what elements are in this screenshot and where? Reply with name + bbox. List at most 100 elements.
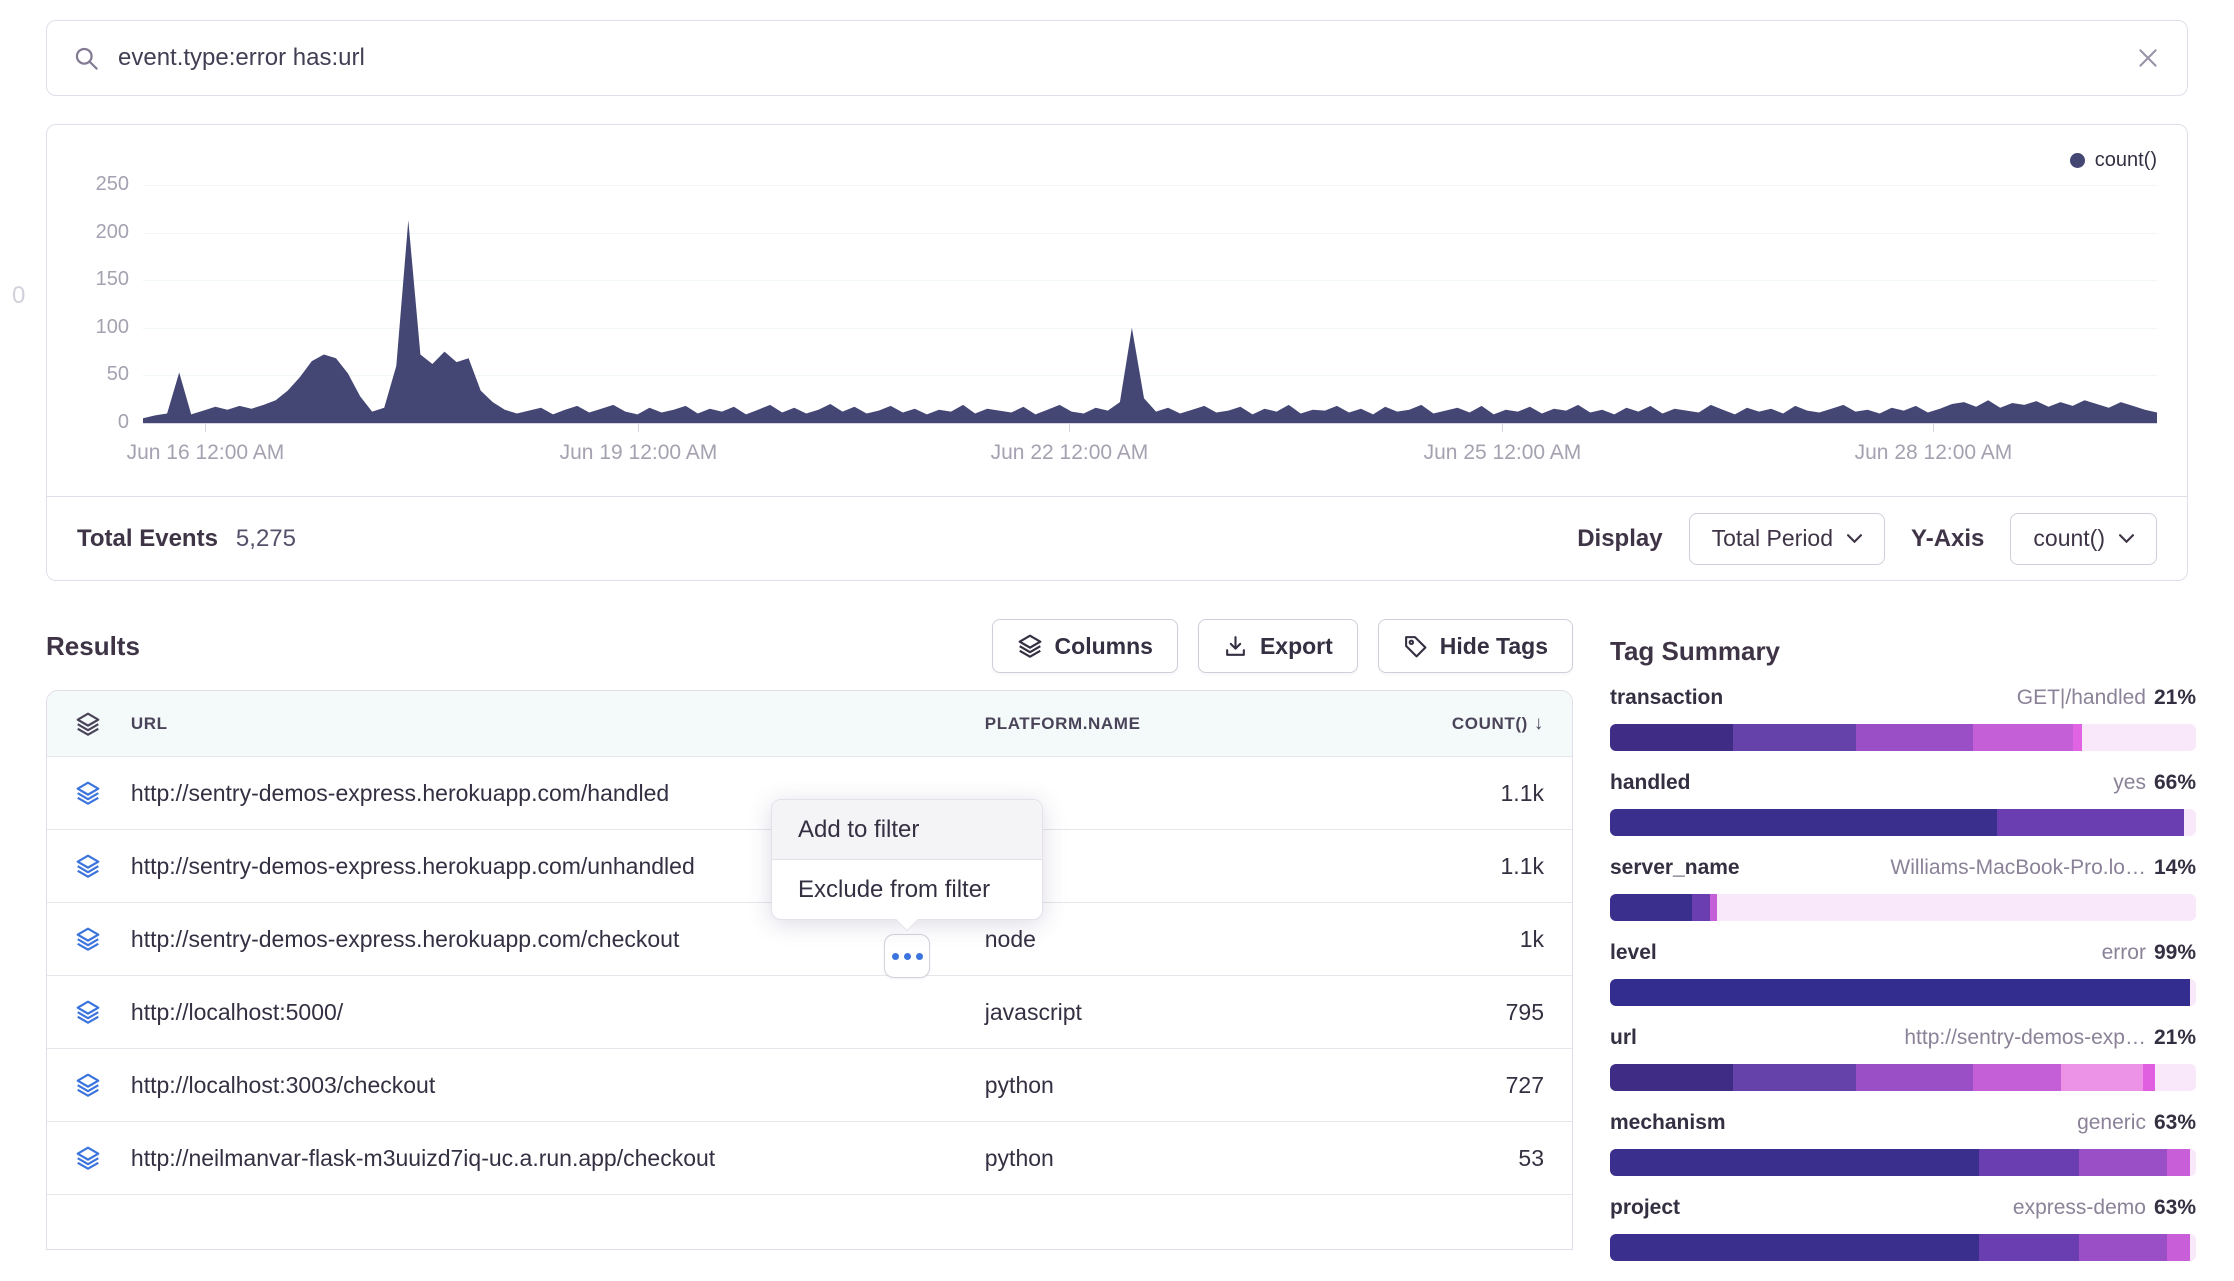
y-axis-tick-label: 200 [47, 221, 129, 244]
tag-label-row: server_name Williams-MacBook-Pro.lo… 14% [1610, 856, 2196, 886]
tag-bar-segment [2079, 1234, 2167, 1261]
tag-bar-segment [2190, 1234, 2196, 1261]
tag-bar-segment [1610, 1234, 1979, 1261]
chart-body: count() Jun 16 12:00 AMJun 19 12:00 AMJu… [47, 125, 2187, 496]
tag-top-percent: 99% [2154, 941, 2196, 965]
export-button[interactable]: Export [1198, 619, 1358, 673]
tag-bar-segment [1610, 979, 2190, 1006]
tag-bar-segment [1733, 1064, 1856, 1091]
tag-top-percent: 63% [2154, 1196, 2196, 1220]
tag-icon [1403, 634, 1428, 659]
cell-count: 53 [1314, 1145, 1544, 1172]
tag-bar-segment [1733, 724, 1856, 751]
tag-top-value[interactable]: express-demo [2013, 1196, 2146, 1220]
columns-button[interactable]: Columns [992, 619, 1178, 673]
total-events-label: Total Events [77, 525, 218, 553]
y-axis-tick-label: 250 [47, 173, 129, 196]
tag-bar-segment [2061, 1064, 2143, 1091]
cell-url[interactable]: http://localhost:3003/checkout [131, 1072, 985, 1099]
tag-distribution-bar[interactable] [1610, 1234, 2196, 1261]
cell-url[interactable]: http://neilmanvar-flask-m3uuizd7iq-uc.a.… [131, 1145, 985, 1172]
tag-distribution-bar[interactable] [1610, 894, 2196, 921]
chart-legend[interactable]: count() [2070, 149, 2157, 172]
layers-icon [1017, 633, 1043, 659]
column-header-platform[interactable]: PLATFORM.NAME [985, 714, 1315, 734]
y-axis-tick-label: 50 [47, 363, 129, 386]
tag-top-percent: 63% [2154, 1111, 2196, 1135]
tag-top-percent: 14% [2154, 856, 2196, 880]
hide-tags-button[interactable]: Hide Tags [1378, 619, 1573, 673]
tag-top-value[interactable]: error [2102, 941, 2146, 965]
results-title: Results [46, 631, 140, 662]
table-row[interactable]: http://localhost:3003/checkoutpython727 [47, 1049, 1572, 1122]
column-header-count[interactable]: COUNT()↓ [1314, 713, 1544, 735]
x-axis-tick-label: Jun 19 12:00 AM [560, 441, 718, 465]
column-header-url[interactable]: URL [131, 714, 985, 734]
chart-plot-area[interactable]: Jun 16 12:00 AMJun 19 12:00 AMJun 22 12:… [143, 185, 2157, 423]
cell-actions-ellipsis-button[interactable] [884, 934, 930, 978]
tag-bar-segment [1610, 809, 1997, 836]
x-axis-tick-label: Jun 28 12:00 AM [1855, 441, 2013, 465]
x-axis-tick-label: Jun 22 12:00 AM [991, 441, 1149, 465]
tag-distribution-bar[interactable] [1610, 1064, 2196, 1091]
tag-distribution-bar[interactable] [1610, 979, 2196, 1006]
y-axis-tick-label: 0 [47, 411, 129, 434]
tag-bar-segment [2167, 1234, 2190, 1261]
tag-bar-segment [1979, 1149, 2079, 1176]
tag-label-row: urlhttp://sentry-demos-exp…21% [1610, 1026, 2196, 1056]
cell-count: 1.1k [1314, 853, 1544, 880]
cell-url[interactable]: http://sentry-demos-express.herokuapp.co… [131, 926, 985, 953]
yaxis-label: Y-Axis [1911, 525, 1984, 553]
ellipsis-dot [916, 953, 923, 960]
tag-distribution-bar[interactable] [1610, 1149, 2196, 1176]
display-dropdown[interactable]: Total Period [1689, 513, 1885, 565]
tag-bar-segment [2079, 1149, 2167, 1176]
cell-count: 1.1k [1314, 780, 1544, 807]
total-events: Total Events 5,275 [77, 525, 296, 553]
sort-desc-icon: ↓ [1534, 713, 1544, 734]
total-events-value: 5,275 [236, 525, 296, 553]
search-input[interactable]: event.type:error has:url [118, 44, 2117, 72]
yaxis-dropdown[interactable]: count() [2010, 513, 2157, 565]
cell-count: 1k [1314, 926, 1544, 953]
chevron-down-icon [1847, 534, 1862, 543]
tag-summary-item-project: project express-demo 63% [1610, 1196, 2196, 1261]
search-icon [73, 45, 100, 72]
layers-icon [75, 853, 131, 879]
tag-label-row: project express-demo 63% [1610, 1196, 2196, 1226]
tag-summary-title: Tag Summary [1610, 636, 2196, 668]
table-row[interactable]: http://neilmanvar-flask-m3uuizd7iq-uc.a.… [47, 1122, 1572, 1195]
edge-artifact: 0 [12, 282, 25, 310]
table-row[interactable]: http://localhost:5000/javascript795 [47, 976, 1572, 1049]
tag-top-value[interactable]: yes [2113, 771, 2146, 795]
tag-top-value[interactable]: Williams-MacBook-Pro.lo… [1890, 856, 2146, 880]
x-axis-tick [1502, 424, 1503, 432]
tag-bar-segment [1610, 894, 1692, 921]
tag-name: project [1610, 1196, 1680, 1220]
close-icon[interactable] [2135, 45, 2161, 71]
tag-top-value[interactable]: GET|/handled [2017, 686, 2146, 710]
tag-name: handled [1610, 771, 1691, 795]
tag-distribution-bar[interactable] [1610, 809, 2196, 836]
menu-item-add-to-filter[interactable]: Add to filter [772, 800, 1042, 859]
tag-bar-segment [1610, 724, 1733, 751]
tag-summary-item-handled: handledyes66% [1610, 771, 2196, 836]
ellipsis-dot [892, 953, 899, 960]
tag-name: server_name [1610, 856, 1740, 880]
search-bar[interactable]: event.type:error has:url [46, 20, 2188, 96]
x-axis-tick [1933, 424, 1934, 432]
layers-icon [75, 711, 131, 737]
tag-bar-segment [2190, 1149, 2196, 1176]
tag-top-value[interactable]: generic [2077, 1111, 2146, 1135]
display-dropdown-value: Total Period [1712, 525, 1833, 552]
tag-bar-segment [2073, 724, 2082, 751]
tag-label-row: handledyes66% [1610, 771, 2196, 801]
tag-top-value[interactable]: http://sentry-demos-exp… [1904, 1026, 2146, 1050]
tag-bar-segment [1979, 1234, 2079, 1261]
tag-distribution-bar[interactable] [1610, 724, 2196, 751]
tag-bar-segment [2167, 1149, 2190, 1176]
yaxis-dropdown-value: count() [2033, 525, 2105, 552]
results-table: URLPLATFORM.NAMECOUNT()↓ http://sentry-de… [46, 690, 1573, 1250]
cell-url[interactable]: http://localhost:5000/ [131, 999, 985, 1026]
tag-name: transaction [1610, 686, 1723, 710]
